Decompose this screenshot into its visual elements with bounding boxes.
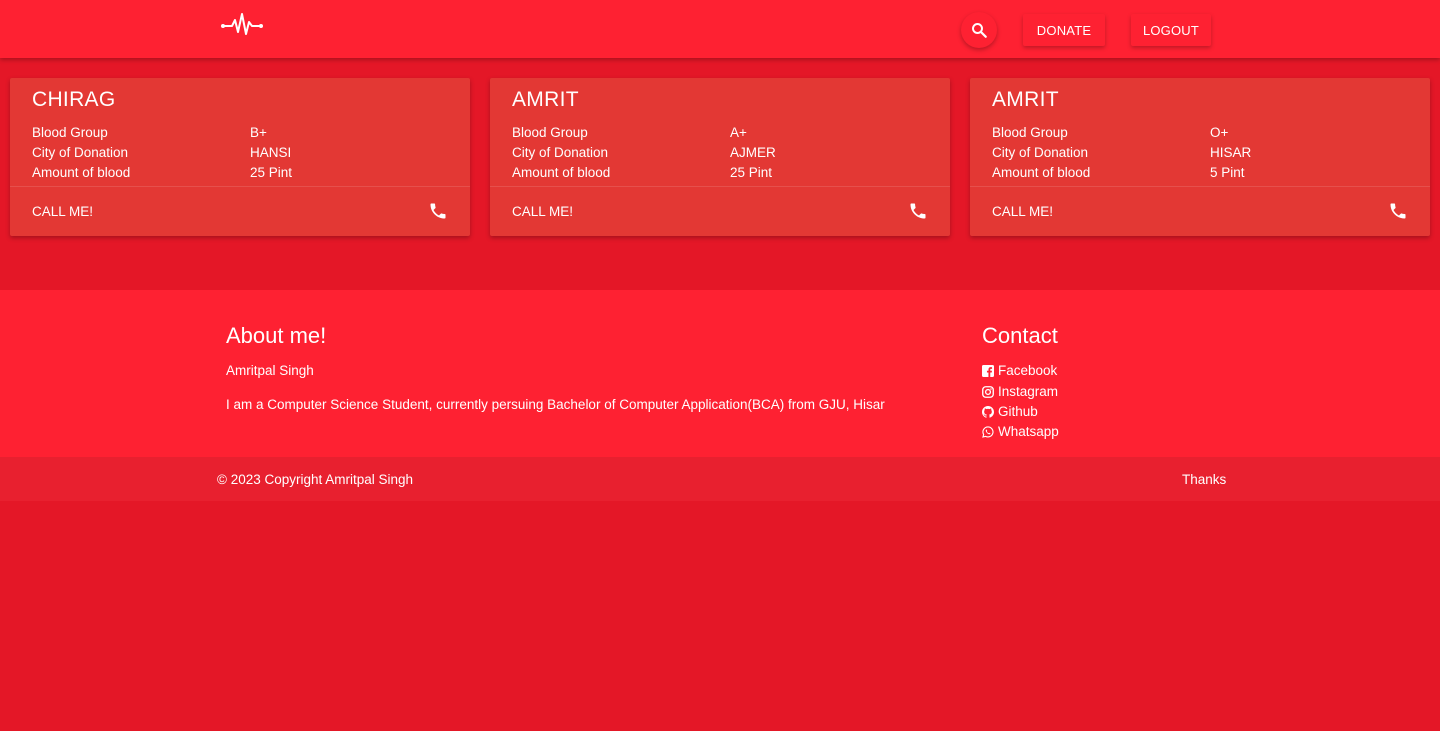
call-me-link[interactable]: CALL ME! — [512, 204, 573, 219]
blood-group-label: Blood Group — [992, 125, 1068, 140]
about-description: I am a Computer Science Student, current… — [226, 397, 885, 412]
facebook-icon — [982, 364, 994, 377]
donate-button[interactable]: DONATE — [1023, 14, 1105, 46]
instagram-icon — [982, 385, 994, 398]
search-icon — [972, 23, 987, 38]
call-me-link[interactable]: CALL ME! — [32, 204, 93, 219]
blood-group-value: O+ — [1210, 125, 1229, 140]
amount-label: Amount of blood — [512, 165, 611, 180]
city-row: City of Donation HANSI — [32, 145, 452, 165]
contact-whatsapp-label: Whatsapp — [998, 424, 1059, 439]
blood-group-value: A+ — [730, 125, 747, 140]
amount-row: Amount of blood 25 Pint — [512, 165, 932, 185]
contact-github-label: Github — [998, 404, 1038, 419]
blood-group-label: Blood Group — [512, 125, 588, 140]
city-value: HISAR — [1210, 145, 1252, 160]
donor-name: AMRIT — [992, 88, 1059, 111]
contact-whatsapp-link[interactable]: Whatsapp — [982, 424, 1059, 439]
search-button[interactable] — [961, 12, 997, 48]
city-row: City of Donation HISAR — [992, 145, 1412, 165]
github-icon — [982, 405, 994, 418]
card-divider — [970, 186, 1430, 187]
contact-instagram-label: Instagram — [998, 384, 1059, 399]
copyright-bar: © 2023 Copyright Amritpal Singh Thanks — [0, 457, 1440, 501]
phone-icon[interactable] — [428, 201, 448, 221]
city-row: City of Donation AJMER — [512, 145, 932, 165]
whatsapp-icon — [982, 425, 994, 438]
phone-icon[interactable] — [908, 201, 928, 221]
amount-label: Amount of blood — [32, 165, 131, 180]
thanks-link[interactable]: Thanks — [1182, 472, 1226, 487]
footer: About me! Amritpal Singh I am a Computer… — [0, 290, 1440, 457]
contact-facebook-link[interactable]: Facebook — [982, 363, 1057, 378]
city-value: HANSI — [250, 145, 292, 160]
city-value: AJMER — [730, 145, 776, 160]
blood-group-row: Blood Group A+ — [512, 125, 932, 145]
card-divider — [10, 186, 470, 187]
contact-instagram-link[interactable]: Instagram — [982, 384, 1058, 399]
copyright-text: © 2023 Copyright Amritpal Singh — [217, 472, 414, 487]
amount-value: 25 Pint — [250, 165, 293, 180]
city-label: City of Donation — [512, 145, 609, 160]
phone-icon[interactable] — [1388, 201, 1408, 221]
blood-group-row: Blood Group O+ — [992, 125, 1412, 145]
donor-card: CHIRAG Blood Group B+ City of Donation H… — [10, 78, 470, 236]
blood-group-row: Blood Group B+ — [32, 125, 452, 145]
amount-value: 25 Pint — [730, 165, 773, 180]
navbar: DONATE LOGOUT — [0, 0, 1440, 58]
donor-name: CHIRAG — [32, 88, 116, 111]
contact-title: Contact — [982, 323, 1058, 348]
about-title: About me! — [226, 323, 327, 348]
city-label: City of Donation — [32, 145, 129, 160]
donor-name: AMRIT — [512, 88, 579, 111]
about-name: Amritpal Singh — [226, 363, 314, 378]
card-divider — [490, 186, 950, 187]
contact-github-link[interactable]: Github — [982, 404, 1038, 419]
call-me-link[interactable]: CALL ME! — [992, 204, 1053, 219]
heartbeat-icon[interactable] — [220, 12, 264, 38]
donor-card: AMRIT Blood Group O+ City of Donation HI… — [970, 78, 1430, 236]
city-label: City of Donation — [992, 145, 1089, 160]
amount-row: Amount of blood 5 Pint — [992, 165, 1412, 185]
blood-group-value: B+ — [250, 125, 267, 140]
blood-group-label: Blood Group — [32, 125, 108, 140]
amount-label: Amount of blood — [992, 165, 1091, 180]
logout-button[interactable]: LOGOUT — [1131, 14, 1211, 46]
contact-facebook-label: Facebook — [998, 363, 1058, 378]
amount-row: Amount of blood 25 Pint — [32, 165, 452, 185]
donor-card: AMRIT Blood Group A+ City of Donation AJ… — [490, 78, 950, 236]
amount-value: 5 Pint — [1210, 165, 1245, 180]
